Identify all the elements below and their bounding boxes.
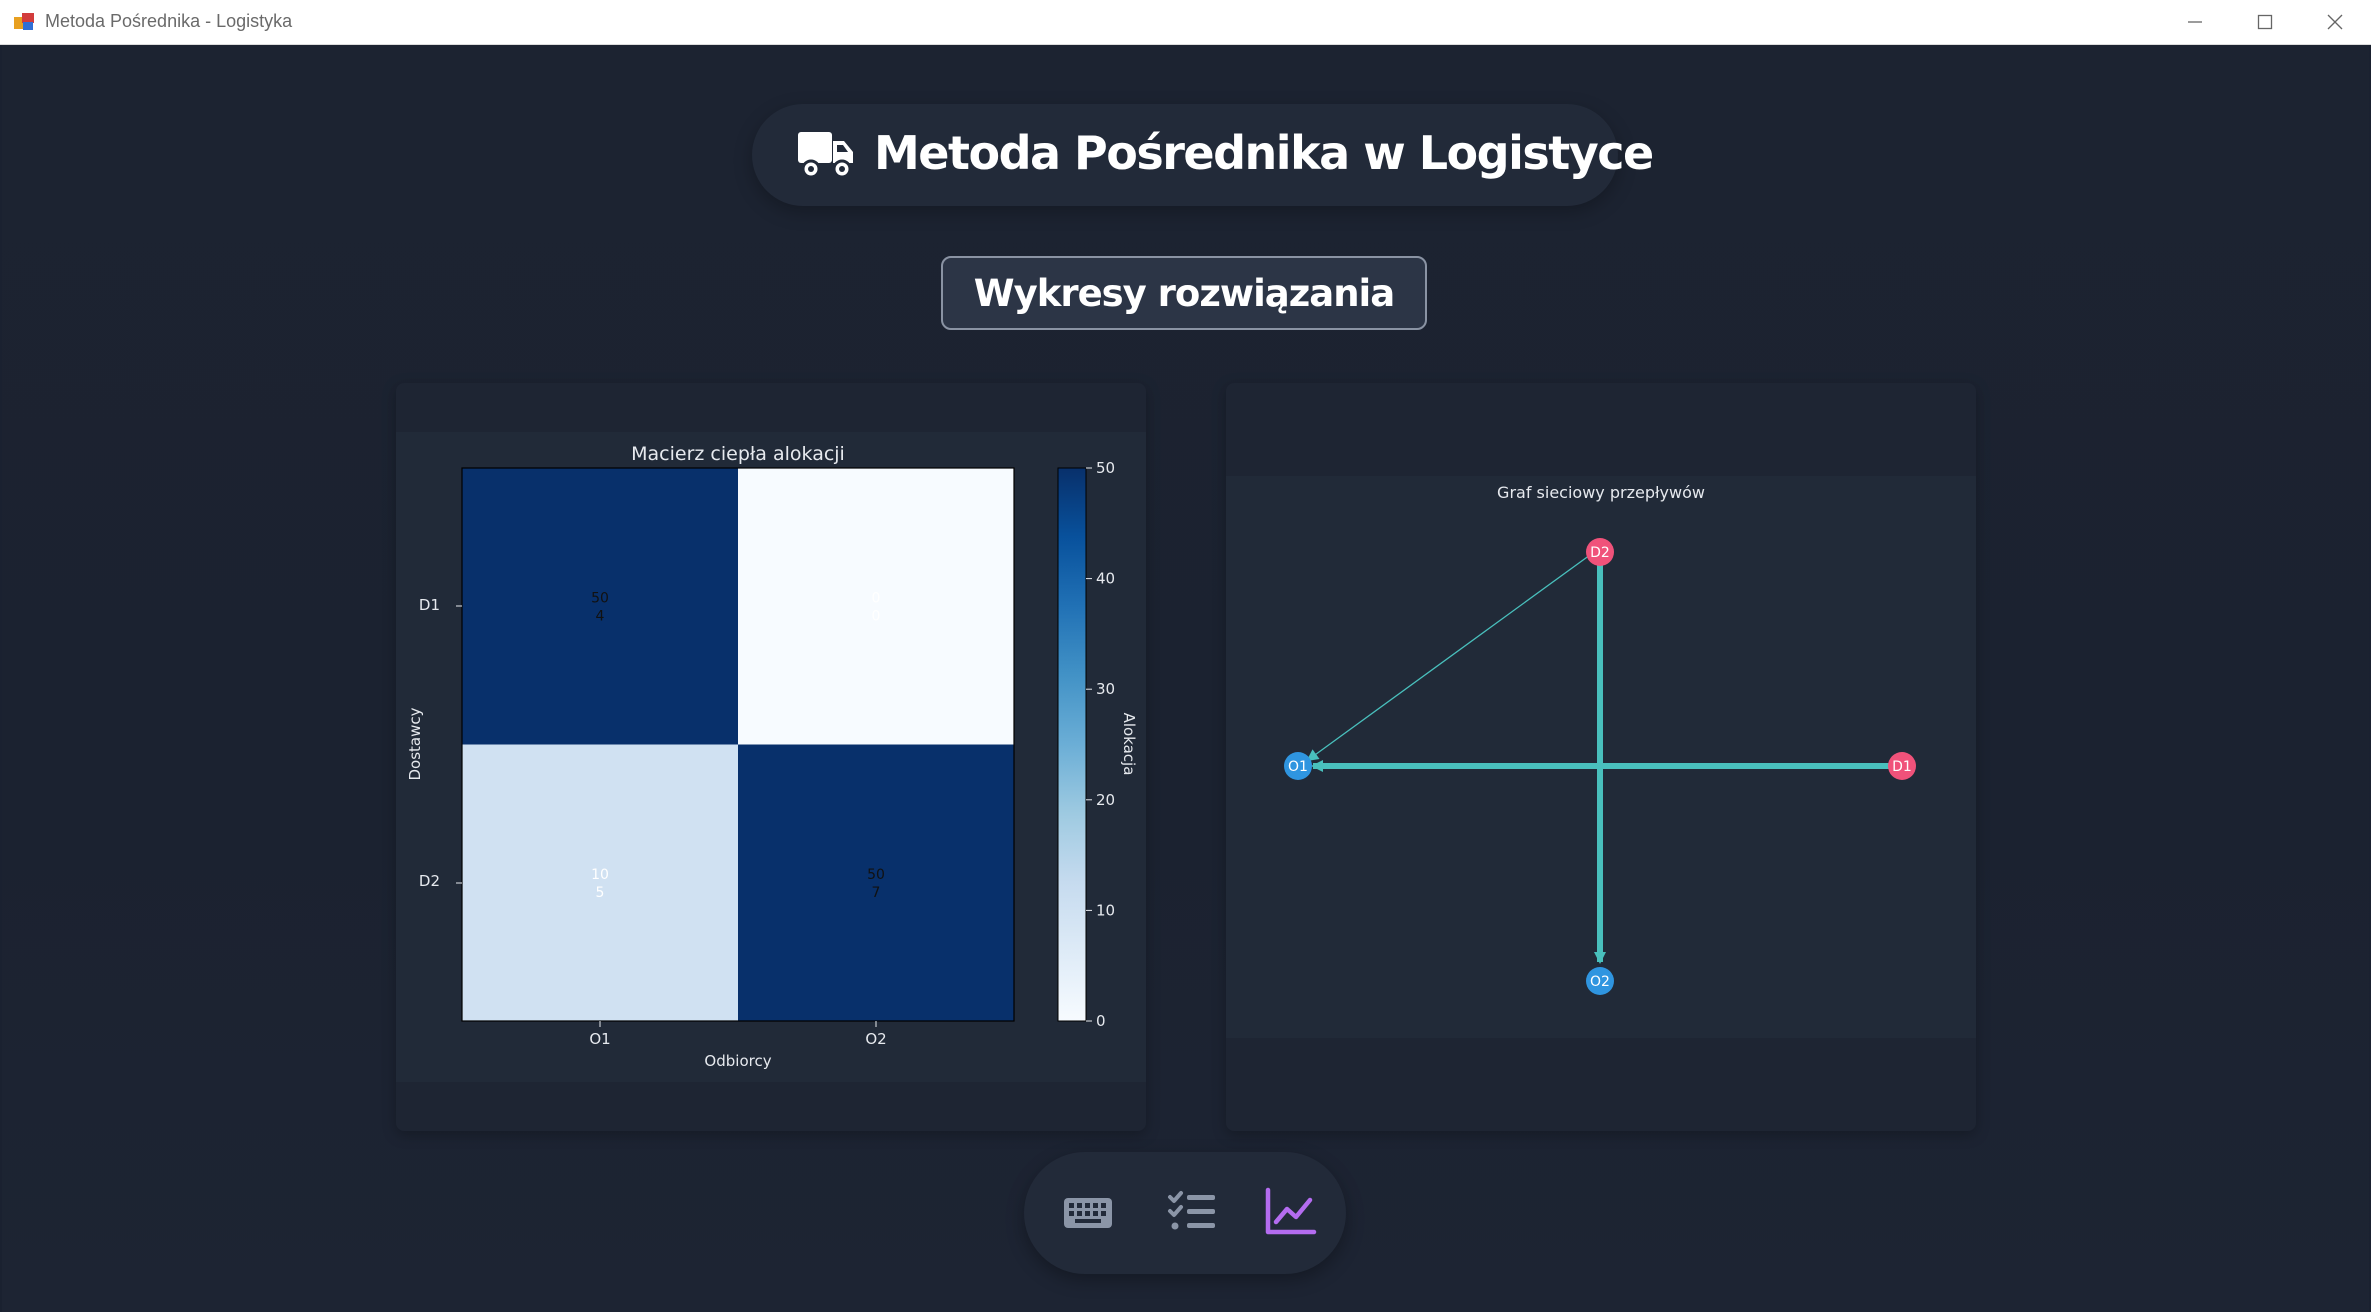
node-d1: D1 (1888, 752, 1916, 780)
cell-cost-label: 4 (596, 608, 605, 624)
heatmap-cells: 50 4 0 0 10 5 50 7 (462, 468, 1014, 1021)
node-o1: O1 (1284, 752, 1312, 780)
colorbar-tick-label: 20 (1096, 791, 1115, 809)
nav-results-button[interactable] (1162, 1182, 1222, 1242)
svg-text:D1: D1 (1892, 759, 1912, 775)
close-button[interactable] (2300, 0, 2370, 44)
node-d2: D2 (1586, 538, 1614, 566)
colorbar-tick-label: 0 (1096, 1012, 1106, 1030)
colorbar-label: Alokacja (1120, 713, 1138, 776)
close-icon (2327, 14, 2343, 30)
cell-allocation-label: 0 (872, 590, 881, 606)
minimize-icon (2188, 21, 2202, 23)
heatmap-title: Macierz ciepła alokacji (631, 443, 845, 465)
colorbar-tick-label: 50 (1096, 459, 1115, 477)
edge-d2-o1 (1306, 554, 1591, 762)
nav-charts-button[interactable] (1260, 1182, 1320, 1242)
cell-cost-label: 0 (872, 608, 881, 624)
maximize-icon (2257, 14, 2273, 30)
page-title: Metoda Pośrednika w Logistyce (874, 126, 1654, 180)
colorbar-tick-label: 30 (1096, 680, 1115, 698)
y-tick-label: D2 (419, 872, 440, 890)
cell-cost-label: 7 (872, 885, 881, 901)
network-plot-area: Graf sieciowy przepływów D2 O1 D1 O2 (1226, 476, 1976, 1038)
svg-text:D2: D2 (1590, 545, 1610, 561)
nav-input-button[interactable] (1058, 1182, 1118, 1242)
solution-charts-button[interactable]: Wykresy rozwiązania (941, 256, 1427, 330)
window-title: Metoda Pośrednika - Logistyka (45, 11, 293, 31)
bottom-navigation (1024, 1152, 1346, 1274)
x-axis-label: Odbiorcy (704, 1052, 771, 1070)
heatmap-card: Macierz ciepła alokacji 50 4 0 0 10 5 50 7 D1 D… (396, 383, 1146, 1131)
app-icon (14, 13, 34, 31)
svg-text:O2: O2 (1590, 974, 1610, 990)
network-card: Graf sieciowy przepływów D2 O1 D1 O2 (1226, 383, 1976, 1131)
cell-allocation-label: 10 (591, 867, 609, 883)
y-axis-label: Dostawcy (406, 707, 424, 780)
cell-allocation-label: 50 (591, 590, 609, 606)
x-tick-label: O1 (589, 1030, 610, 1048)
window-titlebar: Metoda Pośrednika - Logistyka (0, 0, 2371, 45)
minimize-button[interactable] (2160, 0, 2230, 44)
heatmap-chart: Macierz ciepła alokacji 50400105507 D1 D… (406, 443, 1138, 1070)
colorbar-ticks: 0 10 20 30 40 50 (1086, 459, 1115, 1030)
heatmap-cell (462, 468, 738, 745)
checklist-icon (1168, 1191, 1215, 1230)
heatmap-plot-area: Macierz ciepła alokacji 50 4 0 0 10 5 50 7 D1 D… (396, 432, 1146, 1082)
cell-allocation-label: 50 (867, 867, 885, 883)
heatmap-cell (462, 744, 738, 1021)
network-graph: Graf sieciowy przepływów D2 O1 D1 O2 (1284, 483, 1916, 995)
heatmap-cell (738, 744, 1014, 1021)
maximize-button[interactable] (2230, 0, 2300, 44)
svg-text:O1: O1 (1288, 759, 1308, 775)
colorbar-tick-label: 10 (1096, 901, 1115, 919)
keyboard-icon (1064, 1198, 1112, 1228)
y-tick-label: D1 (419, 596, 440, 614)
heatmap-cell (738, 468, 1014, 745)
colorbar-tick-label: 40 (1096, 570, 1115, 588)
node-o2: O2 (1586, 967, 1614, 995)
colorbar (1057, 467, 1087, 1022)
truck-icon (798, 132, 853, 179)
x-tick-label: O2 (865, 1030, 886, 1048)
cell-cost-label: 5 (596, 885, 605, 901)
app-header: Metoda Pośrednika w Logistyce (752, 104, 1654, 206)
network-title: Graf sieciowy przepływów (1497, 483, 1705, 502)
chart-line-icon (1265, 1187, 1317, 1235)
app-content (2, 45, 2369, 1312)
